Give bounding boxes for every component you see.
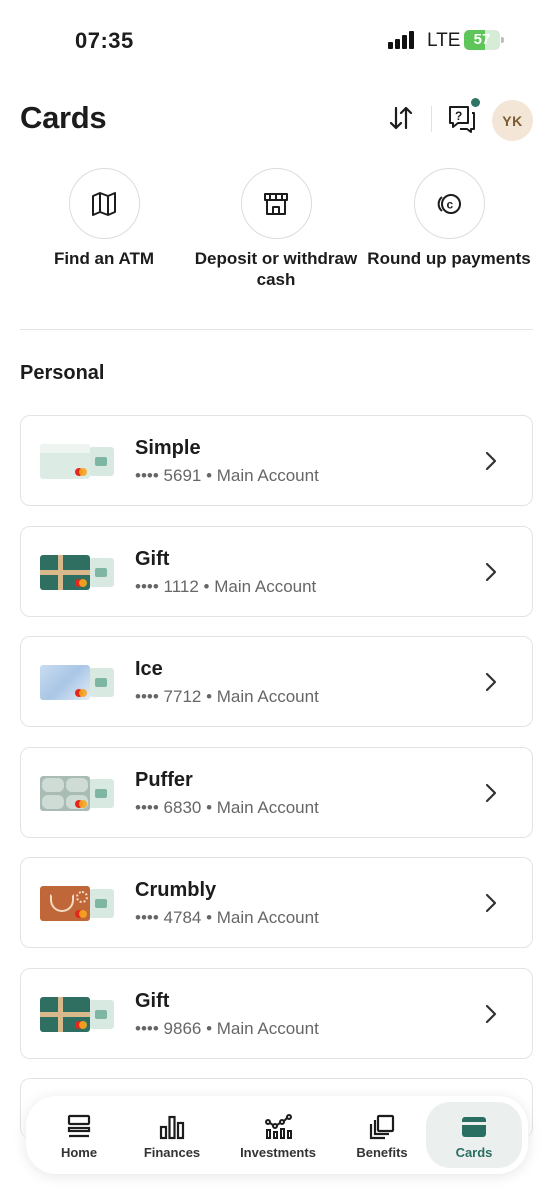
- card-detail: •••• 4784 • Main Account: [135, 908, 319, 927]
- card-front-image: [40, 886, 90, 921]
- nav-cards-label: Cards: [455, 1145, 493, 1160]
- mastercard-icon: [75, 689, 87, 697]
- list-item[interactable]: Puffer •••• 6830 • Main Account: [20, 746, 533, 838]
- round-up-label: Round up payments: [367, 249, 531, 268]
- nav-home[interactable]: Home: [46, 1096, 112, 1174]
- header-divider: [431, 106, 432, 132]
- nav-cards[interactable]: Cards: [426, 1096, 522, 1174]
- card-thumbnail: [40, 996, 116, 1032]
- nav-finances[interactable]: Finances: [138, 1096, 206, 1174]
- avatar[interactable]: YK: [492, 100, 533, 141]
- nav-investments-label: Investments: [240, 1145, 316, 1160]
- card-back-image: [89, 668, 114, 697]
- deposit-withdraw-button[interactable]: Deposit or withdraw cash: [186, 168, 366, 290]
- card-front-image: [40, 775, 90, 811]
- sort-button[interactable]: [383, 100, 419, 136]
- mastercard-icon: [75, 578, 87, 587]
- list-item[interactable]: Simple •••• 5691 • Main Account: [20, 415, 533, 506]
- card-thumbnail: [40, 665, 116, 700]
- card-name: Simple: [135, 437, 201, 459]
- card-back-image: [89, 778, 114, 808]
- nav-benefits[interactable]: Benefits: [347, 1096, 417, 1174]
- help-chat-icon: ?: [449, 106, 475, 133]
- map-icon: [92, 191, 116, 216]
- home-icon: [67, 1114, 91, 1138]
- trend-icon: [265, 1114, 292, 1139]
- chevron-right-icon: [485, 893, 497, 913]
- find-atm-button[interactable]: Find an ATM: [14, 168, 194, 269]
- list-item[interactable]: Crumbly •••• 4784 • Main Account: [20, 857, 533, 948]
- deposit-icon-circle: [240, 168, 312, 239]
- card-detail: •••• 9866 • Main Account: [135, 1018, 319, 1038]
- card-detail: •••• 5691 • Main Account: [135, 466, 319, 485]
- list-item[interactable]: Gift •••• 9866 • Main Account: [20, 967, 533, 1059]
- card-detail: •••• 7712 • Main Account: [135, 687, 319, 706]
- nav-finances-label: Finances: [143, 1145, 201, 1160]
- sort-arrows-icon: [389, 106, 413, 130]
- chevron-right-icon: [485, 562, 497, 581]
- chevron-right-icon: [485, 451, 497, 471]
- card-thumbnail: [40, 554, 116, 590]
- chevron-right-icon: [485, 672, 497, 692]
- mastercard-icon: [75, 910, 87, 918]
- card-name: Ice: [135, 658, 163, 680]
- stack-icon: [369, 1114, 395, 1140]
- battery-level: 57: [473, 31, 491, 48]
- nav-benefits-label: Benefits: [356, 1145, 408, 1160]
- svg-text:c: c: [447, 197, 454, 211]
- chevron-right-icon: [485, 783, 497, 802]
- round-up-button[interactable]: c Round up payments: [359, 168, 539, 269]
- card-back-image: [89, 447, 114, 476]
- deposit-label: Deposit or withdraw cash: [194, 249, 358, 289]
- card-name: Puffer: [135, 768, 193, 791]
- nav-investments[interactable]: Investments: [234, 1096, 322, 1174]
- find-atm-label: Find an ATM: [53, 249, 155, 268]
- card-name: Gift: [135, 547, 170, 570]
- store-icon: [264, 192, 288, 215]
- card-detail: •••• 1112 • Main Account: [135, 576, 317, 596]
- status-bar: 07:35 LTE 57: [0, 0, 553, 80]
- bar-chart-icon: [159, 1115, 185, 1140]
- chevron-right-icon: [485, 1004, 497, 1023]
- section-divider: [20, 329, 533, 330]
- list-item[interactable]: Gift •••• 1112 • Main Account: [20, 525, 533, 617]
- page-title: Cards: [20, 100, 107, 135]
- list-item[interactable]: Ice •••• 7712 • Main Account: [20, 636, 533, 727]
- svg-text:?: ?: [455, 109, 462, 123]
- signal-icon: [388, 31, 418, 49]
- find-atm-icon-circle: [68, 168, 140, 239]
- card-back-image: [89, 557, 114, 587]
- card-back-image: [89, 999, 114, 1029]
- card-name: Gift: [135, 989, 170, 1012]
- notification-dot: [471, 98, 480, 107]
- section-title: Personal: [20, 362, 105, 384]
- card-thumbnail: [40, 886, 116, 921]
- card-back-image: [89, 889, 114, 918]
- mastercard-icon: [75, 468, 87, 476]
- status-time: 07:35: [75, 28, 134, 53]
- network-label: LTE: [427, 30, 461, 51]
- nav-home-label: Home: [60, 1145, 98, 1160]
- card-icon: [462, 1117, 486, 1137]
- card-front-image: [40, 554, 90, 590]
- card-front-image: [40, 444, 90, 479]
- bottom-nav: Home Finances Investments Benefits Cards: [26, 1096, 528, 1174]
- mastercard-icon: [75, 799, 87, 808]
- round-up-icon-circle: c: [413, 168, 485, 239]
- card-front-image: [40, 665, 90, 700]
- card-name: Crumbly: [135, 879, 217, 901]
- coins-icon: c: [437, 193, 461, 214]
- card-detail: •••• 6830 • Main Account: [135, 797, 319, 817]
- battery-icon: 57: [464, 30, 504, 50]
- card-thumbnail: [40, 444, 116, 479]
- card-thumbnail: [40, 775, 116, 811]
- card-front-image: [40, 996, 90, 1032]
- mastercard-icon: [75, 1020, 87, 1029]
